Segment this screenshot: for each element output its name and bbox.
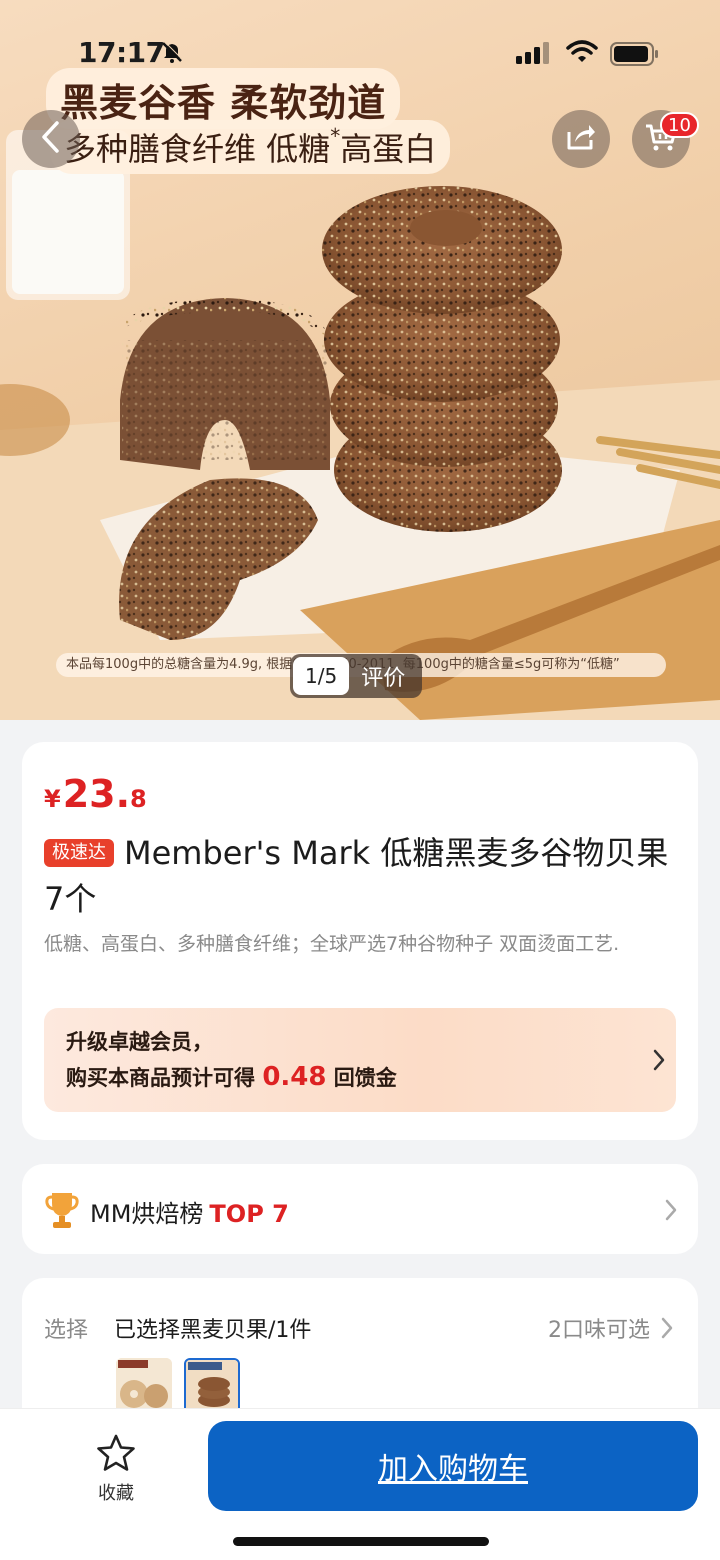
product-title-block: 极速达 Member's Mark 低糖黑麦多谷物贝果7个 xyxy=(44,830,684,922)
price-integer: 23. xyxy=(62,772,131,816)
back-button[interactable] xyxy=(22,110,80,168)
selection-label: 选择 xyxy=(44,1318,89,1343)
image-pager[interactable]: 1/5 评价 xyxy=(290,654,423,698)
image-index[interactable]: 1/5 xyxy=(293,657,350,695)
price-decimal: 8 xyxy=(130,785,147,813)
home-indicator[interactable] xyxy=(233,1537,489,1546)
status-bar: 17:17 xyxy=(0,0,720,100)
back-icon xyxy=(39,120,63,158)
promo-line1: 升级卓越会员， xyxy=(66,1030,213,1054)
ranking-card[interactable]: MM烘焙榜 TOP 7 xyxy=(22,1164,698,1254)
share-button[interactable] xyxy=(552,110,610,168)
hero-subline-part2: 高蛋白 xyxy=(340,130,437,168)
variant-thumbnail-selected[interactable] xyxy=(184,1358,240,1414)
selection-value: 已选择黑麦贝果/1件 xyxy=(114,1318,312,1343)
ranking-label: MM烘焙榜 xyxy=(90,1200,204,1228)
review-tab[interactable]: 评价 xyxy=(349,660,419,692)
chevron-right-icon xyxy=(652,1048,666,1076)
promo-prefix: 购买本商品预计可得 xyxy=(66,1066,263,1090)
battery-icon xyxy=(610,42,660,70)
product-title: Member's Mark 低糖黑麦多谷物贝果7个 xyxy=(44,834,669,918)
add-to-cart-button[interactable]: 加入购物车 xyxy=(208,1421,698,1511)
hero-subline: 多种膳食纤维 低糖*高蛋白 xyxy=(50,120,451,174)
ranking-position: TOP 7 xyxy=(209,1200,289,1228)
ranking-label-block: MM烘焙榜 TOP 7 xyxy=(90,1194,289,1229)
membership-promo[interactable]: 升级卓越会员， 购买本商品预计可得 0.48 回馈金 xyxy=(44,1008,676,1112)
star-icon xyxy=(96,1433,136,1477)
product-info-card: ¥ 23. 8 极速达 Member's Mark 低糖黑麦多谷物贝果7个 低糖、… xyxy=(22,742,698,1140)
promo-amount: 0.48 xyxy=(262,1062,327,1092)
flavor-count: 2口味可选 xyxy=(548,1318,650,1343)
share-icon xyxy=(565,122,597,156)
wifi-icon xyxy=(566,40,598,68)
product-description: 低糖、高蛋白、多种膳食纤维；全球严选7种谷物种子 双面烫面工艺. xyxy=(44,933,620,955)
express-delivery-tag: 极速达 xyxy=(44,839,114,867)
price-symbol: ¥ xyxy=(44,785,61,813)
price: ¥ 23. 8 xyxy=(44,772,147,816)
signal-icon xyxy=(516,42,552,68)
chevron-right-icon xyxy=(660,1316,674,1344)
bell-slash-icon xyxy=(160,40,184,68)
promo-line2: 购买本商品预计可得 0.48 回馈金 xyxy=(66,1062,397,1092)
status-time: 17:17 xyxy=(78,36,165,69)
promo-suffix: 回馈金 xyxy=(326,1066,397,1090)
favorite-label: 收藏 xyxy=(98,1483,134,1504)
cart-count-badge: 10 xyxy=(660,112,699,138)
hero-subline-asterisk: * xyxy=(330,124,341,148)
variant-thumbnail[interactable] xyxy=(116,1358,172,1414)
chevron-right-icon xyxy=(664,1198,678,1226)
product-image-carousel[interactable]: 17:17 黑麦谷香 柔软劲道 多种膳食纤维 低糖*高蛋白 10 本品每100g… xyxy=(0,0,720,720)
hero-subline-part1: 多种膳食纤维 低糖 xyxy=(64,130,331,168)
favorite-button[interactable]: 收藏 xyxy=(78,1433,154,1513)
trophy-icon xyxy=(44,1189,80,1235)
